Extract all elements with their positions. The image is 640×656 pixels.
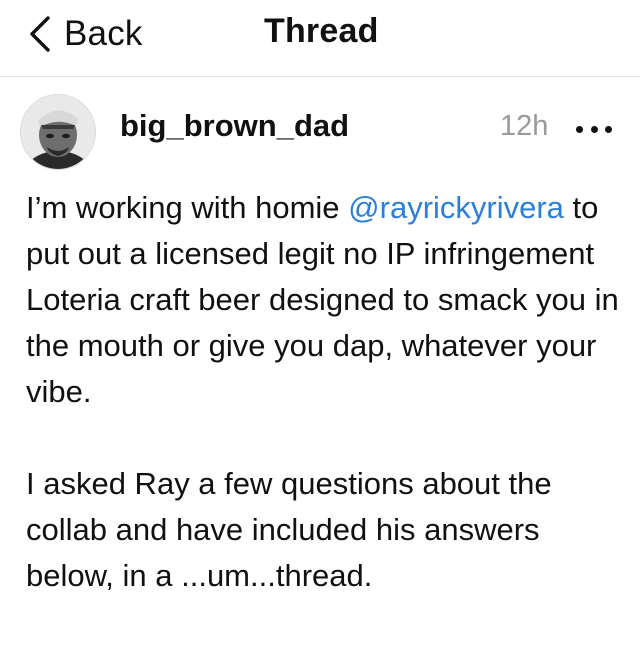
- top-navigation-bar: Back Thread: [0, 0, 640, 77]
- post-body: I’m working with homie @rayrickyrivera t…: [26, 185, 622, 599]
- back-button[interactable]: Back: [28, 10, 143, 58]
- ellipsis-icon-dot: [605, 125, 612, 133]
- back-label: Back: [64, 14, 143, 53]
- avatar-image: [21, 95, 95, 169]
- post-paragraph: I’m working with homie @rayrickyrivera t…: [26, 185, 622, 415]
- ellipsis-icon: [576, 125, 583, 133]
- user-mention-link[interactable]: @rayrickyrivera: [348, 190, 564, 225]
- ellipsis-icon-dot: [590, 125, 598, 133]
- page-title: Thread: [264, 12, 379, 50]
- avatar[interactable]: [20, 94, 96, 170]
- post-paragraph: I asked Ray a few questions about the co…: [26, 466, 552, 593]
- paragraph-text: I’m working with homie: [26, 190, 349, 225]
- post-header: big_brown_dad 12h: [0, 78, 640, 178]
- more-options-button[interactable]: [576, 118, 612, 140]
- timestamp: 12h: [500, 110, 549, 142]
- username[interactable]: big_brown_dad: [120, 108, 349, 144]
- chevron-left-icon: [30, 16, 50, 52]
